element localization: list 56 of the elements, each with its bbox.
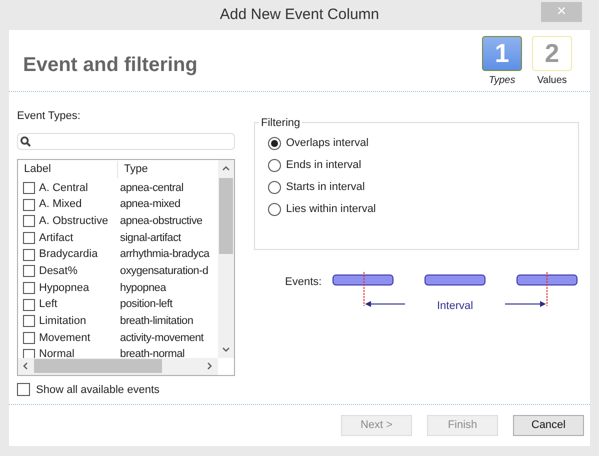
checkbox[interactable] bbox=[23, 232, 35, 244]
step-number: 2 bbox=[532, 36, 572, 71]
page-title: Event and filtering bbox=[23, 53, 198, 78]
interval-label: Interval bbox=[437, 299, 474, 314]
step-label: Types bbox=[488, 74, 516, 88]
event-type: oxygensaturation-d bbox=[119, 264, 208, 280]
event-label: Normal bbox=[39, 347, 74, 358]
column-header[interactable]: Type bbox=[118, 161, 148, 178]
step-number: 1 bbox=[482, 36, 522, 71]
event-label: A. Obstructive bbox=[39, 214, 108, 229]
checkbox[interactable] bbox=[23, 332, 35, 344]
group-title: Filtering bbox=[259, 115, 302, 132]
column-header[interactable]: Label bbox=[18, 161, 118, 178]
event-label: Left bbox=[39, 297, 58, 312]
radio-option[interactable]: Overlaps interval bbox=[268, 135, 369, 151]
checkbox[interactable] bbox=[23, 248, 35, 261]
event-type: breath-normal bbox=[119, 347, 185, 358]
checkbox[interactable] bbox=[23, 182, 35, 194]
event-label: Desat% bbox=[39, 264, 78, 280]
vertical-scrollbar[interactable] bbox=[218, 160, 234, 358]
radio-option[interactable]: Starts in interval bbox=[268, 179, 365, 195]
show-all-label: Show all available events bbox=[36, 382, 160, 398]
event-type: position-left bbox=[119, 297, 172, 312]
event-type: breath-limitation bbox=[119, 314, 194, 330]
event-types-label: Event Types: bbox=[17, 109, 82, 124]
event-type: hypopnea bbox=[119, 280, 166, 296]
event-type: signal-artifact bbox=[119, 230, 181, 246]
event-type: apnea-mixed bbox=[119, 197, 180, 212]
checkbox[interactable] bbox=[23, 198, 35, 211]
horizontal-scrollbar[interactable] bbox=[18, 358, 218, 374]
event-label: A. Central bbox=[39, 180, 88, 196]
event-label: Hypopnea bbox=[39, 280, 90, 296]
search-field[interactable] bbox=[17, 132, 235, 150]
dialog-button[interactable]: Cancel bbox=[513, 415, 584, 436]
checkbox[interactable] bbox=[23, 215, 35, 228]
checkbox[interactable] bbox=[23, 298, 35, 311]
event-type: apnea-obstructive bbox=[119, 214, 202, 229]
event-type: arrhythmia-bradyca bbox=[119, 247, 210, 262]
window-title: Add New Event Column bbox=[220, 4, 380, 25]
checkbox[interactable] bbox=[17, 383, 30, 396]
events-label: Events: bbox=[285, 275, 322, 290]
event-label: A. Mixed bbox=[39, 197, 82, 212]
checkbox[interactable] bbox=[23, 348, 35, 358]
event-label: Movement bbox=[39, 330, 90, 346]
event-type: apnea-central bbox=[119, 180, 184, 196]
step-label: Values bbox=[537, 74, 567, 88]
checkbox[interactable] bbox=[23, 265, 35, 278]
radio-option[interactable]: Lies within interval bbox=[268, 201, 376, 217]
event-label: Artifact bbox=[39, 230, 74, 246]
event-type: activity-movement bbox=[119, 330, 204, 346]
search-icon bbox=[20, 136, 31, 146]
checkbox[interactable] bbox=[23, 282, 35, 294]
event-label: Bradycardia bbox=[39, 247, 98, 262]
radio-option[interactable]: Ends in interval bbox=[268, 157, 362, 173]
event-label: Limitation bbox=[39, 314, 86, 330]
checkbox[interactable] bbox=[23, 315, 35, 328]
